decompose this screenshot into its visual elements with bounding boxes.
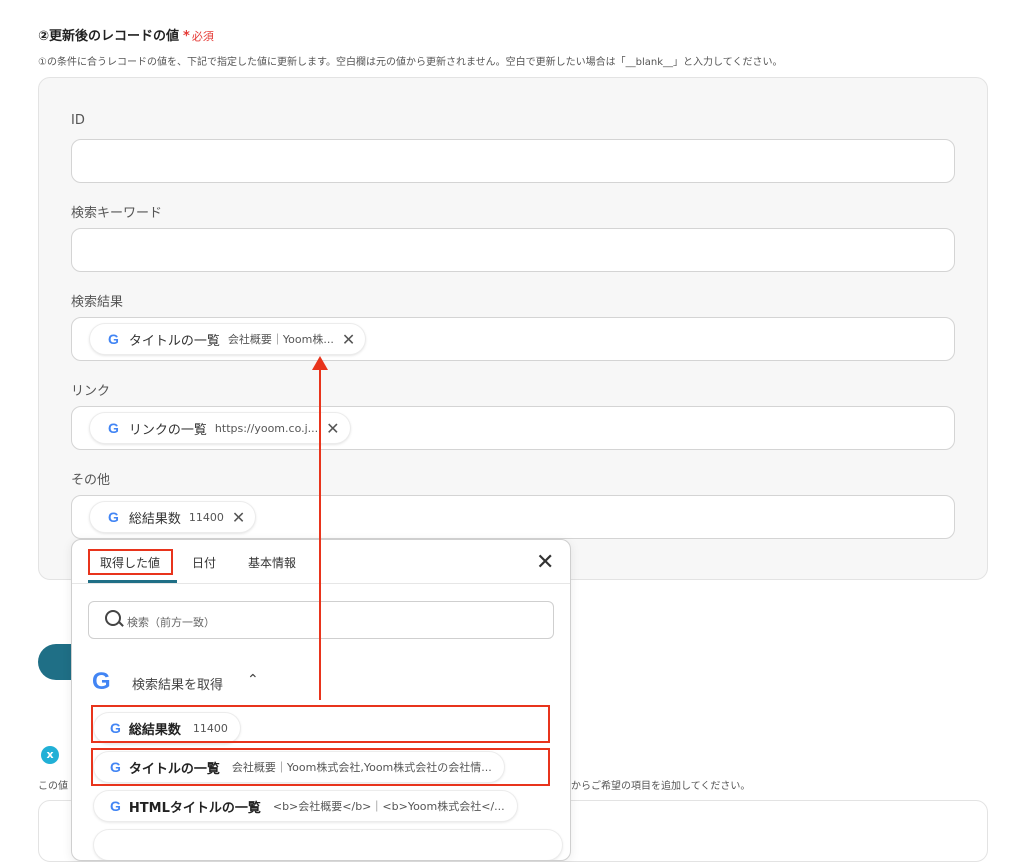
- search-icon: [105, 610, 121, 626]
- chevron-up-icon[interactable]: ⌃: [247, 672, 259, 688]
- tab-date[interactable]: 日付: [192, 554, 216, 571]
- tab-acquired-values[interactable]: 取得した値: [100, 554, 160, 571]
- section-description: ①の条件に合うレコードの値を、下記で指定した値に更新します。空白欄は元の値から更…: [38, 57, 783, 68]
- section-title: ②更新後のレコードの値 * 必須: [38, 25, 214, 44]
- chip-name: 総結果数: [128, 511, 181, 527]
- lower-description-end: からご希望の項目を追加してください。: [571, 781, 751, 792]
- results-chip[interactable]: G タイトルの一覧 会社概要｜Yoom株... ✕: [90, 324, 366, 354]
- chip-value: 11400: [188, 510, 224, 524]
- close-icon[interactable]: ✕: [232, 508, 245, 527]
- field-label-keyword: 検索キーワード: [71, 206, 163, 221]
- search-placeholder: 検索（前方一致）: [127, 616, 215, 629]
- results-input[interactable]: G タイトルの一覧 会社概要｜Yoom株... ✕: [71, 317, 955, 361]
- close-icon[interactable]: ✕: [342, 330, 355, 349]
- chip-name: タイトルの一覧: [128, 333, 220, 349]
- required-label: 必須: [191, 30, 214, 43]
- group-label[interactable]: 検索結果を取得: [132, 674, 223, 693]
- google-icon: G: [110, 798, 121, 814]
- close-icon[interactable]: ✕: [536, 550, 554, 575]
- highlight-box-title-list: [91, 748, 550, 786]
- highlight-box-total-results: [91, 705, 550, 743]
- field-label-link: リンク: [71, 384, 111, 399]
- chip-value: https://yoom.co.j...: [214, 421, 319, 435]
- app-badge-icon: x: [41, 746, 59, 764]
- google-icon: G: [108, 509, 119, 525]
- search-input[interactable]: 検索（前方一致）: [88, 601, 554, 639]
- other-chip[interactable]: G 総結果数 11400 ✕: [90, 502, 256, 532]
- close-icon[interactable]: ✕: [326, 419, 339, 438]
- field-label-results: 検索結果: [71, 295, 124, 310]
- annotation-arrow-line: [319, 368, 321, 700]
- required-star: *: [183, 29, 190, 44]
- section-title-text: ②更新後のレコードの値: [38, 29, 180, 44]
- google-icon: G: [108, 331, 119, 347]
- annotation-arrow-head: [312, 356, 328, 370]
- value-picker-dropdown: 取得した値 日付 基本情報 ✕ 検索（前方一致） G 検索結果を取得 ⌃ G 総…: [71, 539, 571, 861]
- id-input[interactable]: [71, 139, 955, 183]
- field-label-id: ID: [71, 113, 85, 128]
- list-item[interactable]: [94, 830, 562, 860]
- other-input[interactable]: G 総結果数 11400 ✕: [71, 495, 955, 539]
- keyword-input[interactable]: [71, 228, 955, 272]
- google-icon: G: [92, 668, 111, 695]
- item-name: HTMLタイトルの一覧: [128, 800, 261, 816]
- chip-value: 会社概要｜Yoom株...: [227, 333, 334, 346]
- link-chip[interactable]: G リンクの一覧 https://yoom.co.j... ✕: [90, 413, 350, 443]
- tab-basic-info[interactable]: 基本情報: [248, 554, 296, 571]
- chip-name: リンクの一覧: [128, 422, 207, 438]
- list-item-html-title-list[interactable]: G HTMLタイトルの一覧 <b>会社概要</b>｜<b>Yoom株式会社</.…: [94, 791, 517, 821]
- field-label-other: その他: [71, 473, 111, 488]
- item-value: <b>会社概要</b>｜<b>Yoom株式会社</...: [272, 800, 505, 813]
- google-icon: G: [108, 420, 119, 436]
- lower-description-start: この値: [38, 781, 68, 792]
- tab-divider: [72, 583, 570, 584]
- link-input[interactable]: G リンクの一覧 https://yoom.co.j... ✕: [71, 406, 955, 450]
